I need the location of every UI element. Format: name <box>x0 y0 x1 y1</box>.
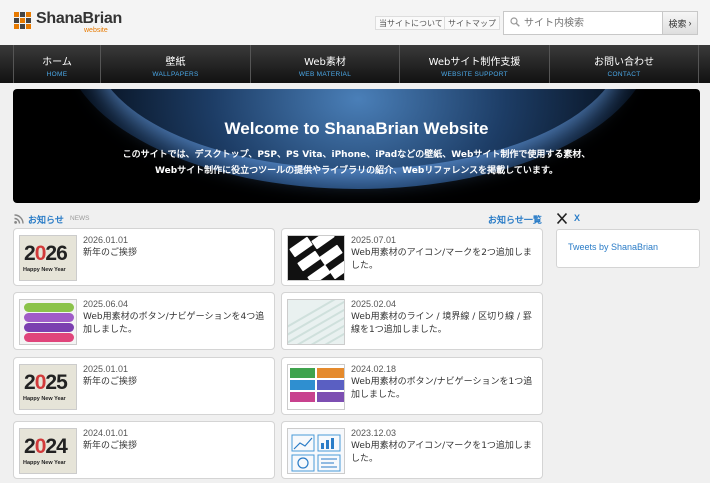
nav-home-en: HOME <box>46 71 68 78</box>
new-year-thumbnail: 2026 Happy New Year <box>19 235 77 281</box>
search-icon <box>510 17 520 27</box>
news-date: 2025.01.01 <box>83 364 129 374</box>
sitemap-link[interactable]: サイトマップ <box>444 16 500 30</box>
logo-sub: website <box>84 27 108 34</box>
news-date: 2025.02.04 <box>351 299 397 309</box>
nav-wallpapers[interactable]: 壁紙 WALLPAPERS <box>101 45 251 83</box>
thumb-year: 2024 <box>24 435 68 458</box>
hero-text-line-1: このサイトでは、デスクトップ、PSP、PS Vita、iPhone、iPadなど… <box>122 150 591 160</box>
news-card[interactable]: 2024.02.18 Web用素材のボタン/ナビゲーションを1つ追加しました。 <box>281 357 543 415</box>
global-nav: ホーム HOME 壁紙 WALLPAPERS Web素材 WEB MATERIA… <box>0 45 710 83</box>
news-date: 2024.01.01 <box>83 428 129 438</box>
news-all-link[interactable]: お知らせ一覧 <box>488 213 542 226</box>
search-button[interactable]: 検索 › <box>663 11 698 35</box>
news-card[interactable]: 2023.12.03 Web用素材のアイコン/マークを1つ追加しました。 <box>281 421 543 479</box>
news-date: 2024.02.18 <box>351 364 397 374</box>
button-material-thumbnail <box>287 364 345 410</box>
icon-material-thumbnail <box>287 235 345 281</box>
news-card[interactable]: 2025 Happy New Year 2025.01.01 新年のご挨拶 <box>13 357 275 415</box>
chevron-right-icon: › <box>688 18 692 28</box>
new-year-thumbnail: 2024 Happy New Year <box>19 428 77 474</box>
nav-website-support[interactable]: Webサイト制作支援 WEBSITE SUPPORT <box>400 45 550 83</box>
news-date: 2023.12.03 <box>351 428 397 438</box>
nav-home[interactable]: ホーム HOME <box>13 45 101 83</box>
x-logo-icon <box>557 213 567 224</box>
news-card[interactable]: 2025.02.04 Web用素材のライン / 境界線 / 区切り線 / 罫線を… <box>281 292 543 350</box>
hero-text-line-2: Webサイト制作に役立つツールの提供やライブラリの紹介、Webリファレンスを掲載… <box>155 166 558 176</box>
search-button-label: 検索 <box>668 18 687 29</box>
hero-title: Welcome to ShanaBrian Website <box>224 119 489 138</box>
news-text: 新年のご挨拶 <box>83 377 138 387</box>
thumb-caption: Happy New Year <box>23 267 66 273</box>
nav-contact[interactable]: お問い合わせ CONTACT <box>550 45 699 83</box>
nav-website-support-en: WEBSITE SUPPORT <box>441 71 508 78</box>
news-text: Web用素材のライン / 境界線 / 区切り線 / 罫線を1つ追加しました。 <box>351 312 532 335</box>
news-text: 新年のご挨拶 <box>83 441 138 451</box>
nav-web-material-en: WEB MATERIAL <box>298 71 352 78</box>
news-text: Web用素材のアイコン/マークを1つ追加しました。 <box>351 441 532 464</box>
nav-wallpapers-label: 壁紙 <box>165 57 186 68</box>
nav-website-support-label: Webサイト制作支援 <box>428 57 521 68</box>
button-material-thumbnail <box>19 299 77 345</box>
icon-material-thumbnail <box>287 428 345 474</box>
nav-contact-label: お問い合わせ <box>594 57 654 68</box>
tweets-link[interactable]: Tweets by ShanaBrian <box>568 242 658 252</box>
site-logo[interactable]: ShanaBrian website <box>14 10 122 36</box>
about-link[interactable]: 当サイトについて <box>375 16 447 30</box>
news-card[interactable]: 2025.06.04 Web用素材のボタン/ナビゲーションを4つ追加しました。 <box>13 292 275 350</box>
rss-icon <box>14 214 24 224</box>
nav-home-label: ホーム <box>42 57 72 68</box>
line-material-thumbnail <box>287 299 345 345</box>
site-header: ShanaBrian website 当サイトについて サイトマップ 検索 › <box>0 0 710 45</box>
nav-web-material[interactable]: Web素材 WEB MATERIAL <box>251 45 400 83</box>
news-card[interactable]: 2025.07.01 Web用素材のアイコン/マークを2つ追加しました。 <box>281 228 543 286</box>
logo-name: ShanaBrian <box>36 10 122 27</box>
news-text: Web用素材のアイコン/マークを2つ追加しました。 <box>351 248 532 271</box>
thumb-caption: Happy New Year <box>23 460 66 466</box>
nav-wallpapers-en: WALLPAPERS <box>152 71 199 78</box>
news-text: 新年のご挨拶 <box>83 248 138 258</box>
search-box <box>503 11 663 35</box>
thumb-year: 2026 <box>24 242 68 265</box>
search-input[interactable] <box>524 15 660 31</box>
news-text: Web用素材のボタン/ナビゲーションを4つ追加しました。 <box>83 312 265 335</box>
thumb-caption: Happy New Year <box>23 396 66 402</box>
news-text: Web用素材のボタン/ナビゲーションを1つ追加しました。 <box>351 377 533 400</box>
news-card[interactable]: 2026 Happy New Year 2026.01.01 新年のご挨拶 <box>13 228 275 286</box>
nav-contact-en: CONTACT <box>607 71 641 78</box>
hero-banner: Welcome to ShanaBrian Website このサイトでは、デス… <box>13 89 700 203</box>
news-title: お知らせ <box>28 216 64 226</box>
news-title-en: NEWS <box>70 215 90 222</box>
x-label: X <box>574 213 581 223</box>
logo-mark-icon <box>14 12 32 30</box>
news-date: 2026.01.01 <box>83 235 129 245</box>
news-card[interactable]: 2024 Happy New Year 2024.01.01 新年のご挨拶 <box>13 421 275 479</box>
news-date: 2025.07.01 <box>351 235 397 245</box>
nav-web-material-label: Web素材 <box>304 57 346 68</box>
tweets-widget: Tweets by ShanaBrian <box>556 229 700 268</box>
news-date: 2025.06.04 <box>83 299 129 309</box>
new-year-thumbnail: 2025 Happy New Year <box>19 364 77 410</box>
thumb-year: 2025 <box>24 371 68 394</box>
